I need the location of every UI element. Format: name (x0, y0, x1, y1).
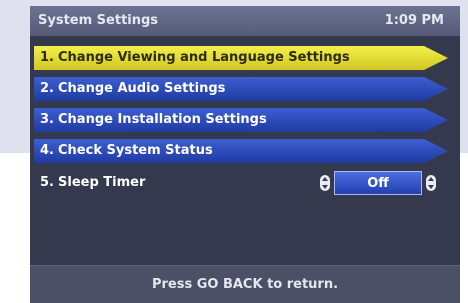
sleep-timer-label: Sleep Timer (58, 175, 146, 190)
header-bar: System Settings 1:09 PM (30, 6, 460, 36)
page-title: System Settings (38, 13, 159, 28)
menu-item-number: 3. (40, 112, 54, 127)
menu-item-installation[interactable]: 3. Change Installation Settings (34, 108, 448, 132)
menu-item-label: Change Viewing and Language Settings (58, 50, 350, 65)
sleep-timer-value[interactable]: Off (334, 171, 422, 195)
sleep-timer-number: 5. (40, 175, 54, 190)
updown-arrow-icon[interactable] (426, 175, 436, 191)
menu-item-audio[interactable]: 2. Change Audio Settings (34, 77, 448, 101)
menu-item-number: 2. (40, 81, 54, 96)
menu-item-label: Check System Status (58, 143, 213, 158)
menu-item-system-status[interactable]: 4. Check System Status (34, 139, 448, 163)
menu-item-number: 1. (40, 50, 54, 65)
clock: 1:09 PM (384, 13, 444, 28)
updown-arrow-icon[interactable] (320, 175, 330, 191)
footer-hint: Press GO BACK to return. (30, 265, 460, 303)
menu-item-label: Change Installation Settings (58, 112, 267, 127)
sleep-timer-row[interactable]: 5. Sleep Timer Off (34, 171, 454, 195)
menu-item-number: 4. (40, 143, 54, 158)
settings-screen: System Settings 1:09 PM 1. Change Viewin… (30, 6, 460, 303)
menu-item-viewing-language[interactable]: 1. Change Viewing and Language Settings (34, 46, 448, 70)
menu-item-label: Change Audio Settings (58, 81, 226, 96)
